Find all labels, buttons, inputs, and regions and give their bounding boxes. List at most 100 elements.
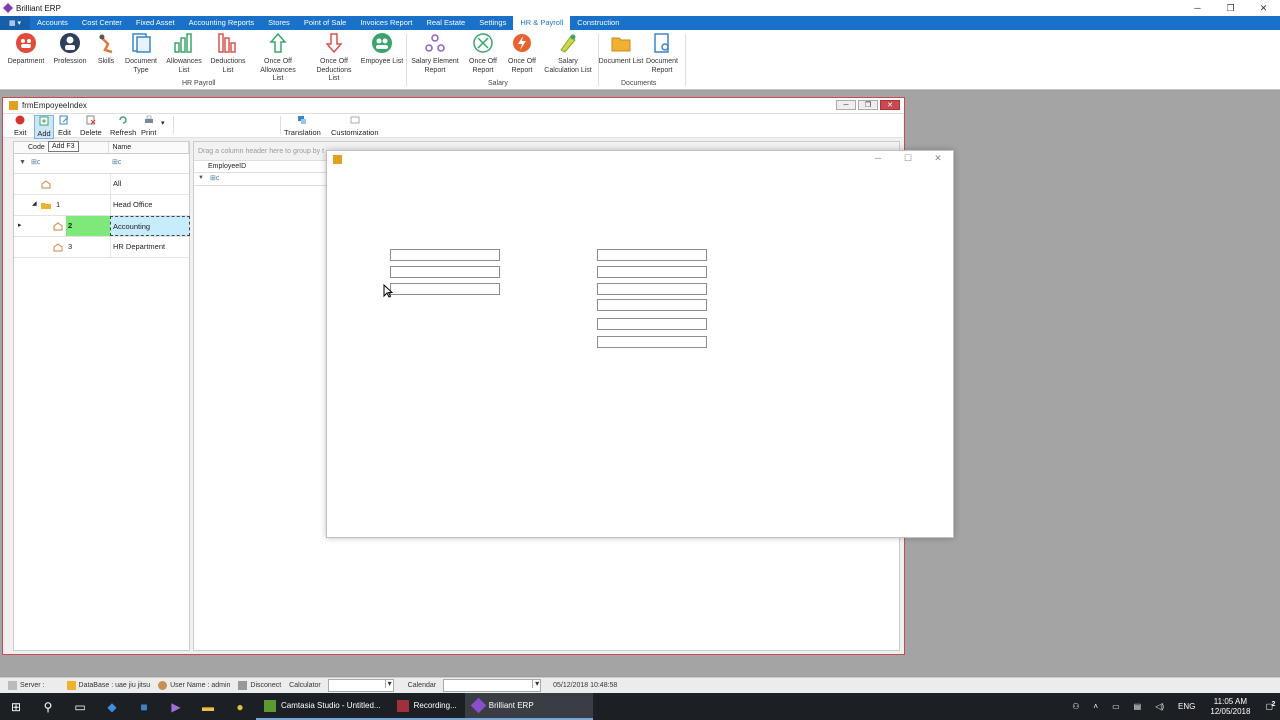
task-brilliant-erp[interactable]: Brilliant ERP [464,693,593,720]
ribbon-salary-element-report-button[interactable]: Salary Element Report [410,32,460,75]
calculator-combo[interactable] [327,679,394,692]
notification-icon[interactable]: ▢ 2 [1265,701,1275,711]
ribbon-employee-list-button[interactable]: Empoyee List [359,32,405,67]
server-icon [8,681,17,690]
ribbon-deductions-list-button[interactable]: Deductions List [205,32,251,75]
tab-stores[interactable]: Stores [261,16,297,30]
dialog-field[interactable] [597,318,707,330]
add-icon [39,116,49,126]
ribbon-once-off-allowances-button[interactable]: Once Off Allowances List [255,32,301,84]
battery-icon[interactable]: ▭ [1112,702,1120,711]
dropbox-icon[interactable]: ◆ [96,693,128,720]
task-view-icon[interactable]: ▭ [64,693,96,720]
start-button[interactable]: ⊞ [0,693,32,720]
child-window-caption: frmEmpoyeeIndex ─ ❐ ✕ [3,98,904,114]
file-explorer-icon[interactable]: ▬ [192,693,224,720]
filter-name-icon: ⊞c [112,159,122,166]
dialog-field[interactable] [597,336,707,348]
mouse-cursor-icon [383,284,393,298]
print-button[interactable]: Print [141,115,156,137]
once-off-report-icon [472,32,494,54]
tab-cost-center[interactable]: Cost Center [75,16,129,30]
dialog-field[interactable] [390,266,500,278]
tab-point-of-sale[interactable]: Point of Sale [297,16,354,30]
dialog-field[interactable] [390,283,500,295]
collapse-icon[interactable]: ◢ [32,200,37,207]
tab-accounting-reports[interactable]: Accounting Reports [182,16,261,30]
tab-hr-payroll[interactable]: HR & Payroll [513,16,571,30]
network-icon[interactable]: ▤ [1134,702,1142,711]
delete-button[interactable]: Delete [80,115,102,137]
refresh-button[interactable]: Refresh [110,115,136,137]
ribbon-department-button[interactable]: Department [3,32,49,67]
volume-icon[interactable]: ◁) [1155,702,1164,711]
dialog-field[interactable] [597,266,707,278]
task-camtasia[interactable]: Camtasia Studio - Untitled... [256,693,389,720]
tab-invoices-report[interactable]: Invoices Report [353,16,419,30]
exit-button[interactable]: Exit [14,115,27,137]
dialog-close-button[interactable]: ✕ [925,153,951,167]
tree-row[interactable]: ▸ 2 Accounting [14,216,190,237]
tab-fixed-asset[interactable]: Fixed Asset [129,16,182,30]
child-minimize-button[interactable]: ─ [836,100,856,110]
row-indicator-icon: ▸ [18,222,22,229]
app-title: Brilliant ERP [16,3,61,13]
child-close-button[interactable]: ✕ [880,100,900,110]
visual-studio-icon[interactable]: ▶ [160,693,192,720]
close-button[interactable]: ✕ [1247,0,1280,16]
down-arrow-icon [323,32,345,54]
app-pinned-icon[interactable]: ■ [128,693,160,720]
search-icon[interactable]: ⚲ [32,693,64,720]
ribbon-document-list-button[interactable]: Document List [598,32,644,67]
edit-button[interactable]: Edit [58,115,71,137]
once-off-report-red-icon [511,32,533,54]
windows-taskbar: ⊞ ⚲ ▭ ◆ ■ ▶ ▬ ● Camtasia Studio - Untitl… [0,693,1280,720]
tree-row[interactable]: All [14,174,189,195]
translation-button[interactable]: Translation [284,115,321,137]
taskbar-clock[interactable]: 11:05 AM 12/05/2018 [1210,697,1250,717]
minimize-button[interactable]: ─ [1181,0,1214,16]
tree-row[interactable]: ◢ 1 Head Office [14,195,189,216]
restore-button[interactable]: ❐ [1214,0,1247,16]
delete-icon [86,115,96,125]
customization-button[interactable]: Customization [331,115,379,137]
user-status: User Name : admin [158,681,230,690]
dialog-minimize-button[interactable]: ─ [865,153,891,167]
tab-real-estate[interactable]: Real Estate [419,16,472,30]
ribbon-once-off-report-2-button[interactable]: Once Off Report [499,32,545,75]
app-logo-icon [3,3,13,13]
tab-accounts[interactable]: Accounts [30,16,75,30]
dialog-field[interactable] [597,283,707,295]
dialog-caption: ─ ☐ ✕ [327,151,953,169]
print-dropdown-icon[interactable]: ▾ [161,119,165,127]
employee-entry-dialog: ─ ☐ ✕ [326,150,954,538]
dialog-field[interactable] [597,299,707,311]
toolbar-search-box[interactable] [173,116,281,134]
calendar-combo[interactable] [443,679,542,692]
dialog-field[interactable] [597,249,707,261]
tree-row[interactable]: 3 HR Department [14,237,189,258]
child-restore-button[interactable]: ❐ [858,100,878,110]
disconnect-button[interactable]: Disconect [238,681,281,690]
tray-chevron-icon[interactable]: ˄ [1093,702,1098,711]
tree-filter-row[interactable]: ▼ ⊞c ⊞c [14,154,189,174]
tab-construction[interactable]: Construction [570,16,626,30]
ribbon-once-off-deductions-button[interactable]: Once Off Deductions List [311,32,357,84]
language-indicator[interactable]: ENG [1178,702,1195,711]
ribbon-document-type-button[interactable]: Document Type [118,32,164,75]
ribbon-salary-calculation-list-button[interactable]: Salary Calculation List [542,32,594,75]
task-recording[interactable]: Recording... [388,693,465,720]
chrome-icon[interactable]: ● [224,693,256,720]
filter-code-icon: ⊞c [31,159,41,166]
dialog-field[interactable] [390,249,500,261]
dialog-maximize-button[interactable]: ☐ [895,153,921,167]
people-icon[interactable]: ⚇ [1072,702,1079,711]
tab-settings[interactable]: Settings [472,16,513,30]
ribbon-document-report-button[interactable]: Document Report [639,32,685,75]
app-menu-button[interactable]: ▦ ▾ [0,16,30,30]
add-button[interactable]: Add [34,115,54,139]
database-icon [66,681,76,690]
folder-icon [610,32,632,54]
ribbon-allowances-list-button[interactable]: Allowances List [161,32,207,75]
column-header-name[interactable]: Name [109,142,189,153]
